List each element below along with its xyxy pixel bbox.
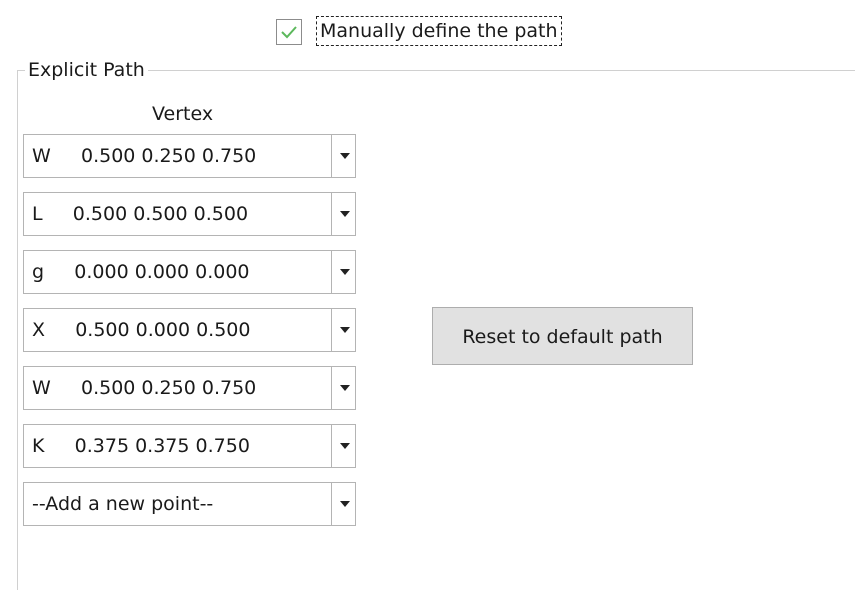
vertex-row-4-value: X 0.500 0.000 0.500 xyxy=(32,319,251,341)
vertex-row-1-value: W 0.500 0.250 0.750 xyxy=(32,145,257,167)
dropdown-arrow-icon[interactable] xyxy=(332,251,356,293)
vertex-row-6[interactable]: K 0.375 0.375 0.750 xyxy=(23,424,356,468)
dropdown-arrow-icon[interactable] xyxy=(332,309,356,351)
manual-path-checkbox-label[interactable]: Manually define the path xyxy=(316,16,562,46)
add-new-point-dropdown[interactable]: --Add a new point-- xyxy=(23,482,356,526)
vertex-column-header: Vertex xyxy=(152,103,214,125)
dropdown-arrow-icon[interactable] xyxy=(332,193,356,235)
vertex-row-2-value: L 0.500 0.500 0.500 xyxy=(32,203,249,225)
manual-path-checkbox[interactable] xyxy=(276,19,302,45)
add-new-point-label: --Add a new point-- xyxy=(32,493,214,515)
reset-default-path-button[interactable]: Reset to default path xyxy=(432,307,693,365)
vertex-row-5-value: W 0.500 0.250 0.750 xyxy=(32,377,257,399)
dropdown-arrow-icon[interactable] xyxy=(332,367,356,409)
dropdown-arrow-icon[interactable] xyxy=(332,135,356,177)
dropdown-arrow-icon[interactable] xyxy=(332,425,356,467)
explicit-path-title: Explicit Path xyxy=(25,57,148,83)
vertex-row-2[interactable]: L 0.500 0.500 0.500 xyxy=(23,192,356,236)
vertex-row-3[interactable]: g 0.000 0.000 0.000 xyxy=(23,250,356,294)
vertex-row-3-value: g 0.000 0.000 0.000 xyxy=(32,261,250,283)
vertex-row-4[interactable]: X 0.500 0.000 0.500 xyxy=(23,308,356,352)
dropdown-arrow-icon[interactable] xyxy=(332,483,356,525)
checkmark-icon xyxy=(281,26,297,39)
vertex-row-1[interactable]: W 0.500 0.250 0.750 xyxy=(23,134,356,178)
vertex-row-5[interactable]: W 0.500 0.250 0.750 xyxy=(23,366,356,410)
vertex-row-6-value: K 0.375 0.375 0.750 xyxy=(32,435,250,457)
